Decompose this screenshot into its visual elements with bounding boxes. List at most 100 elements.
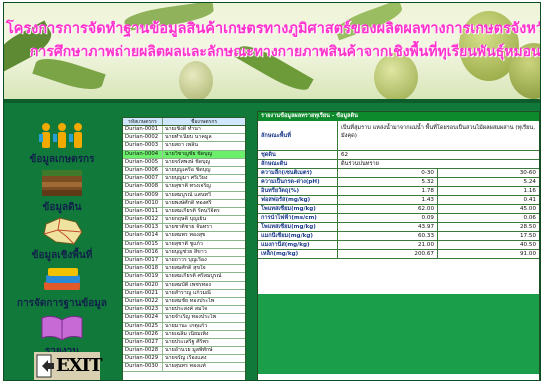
list-item[interactable]: Durian-0029 นายจรัญ เรืองแสง — [123, 355, 245, 364]
list-item[interactable]: Durian-0028 นายอำนวย มูลพิทักษ์ — [123, 347, 245, 356]
list-item[interactable]: Durian-0027 นายประเสริฐ ศิริพร — [123, 338, 245, 348]
detail-table: ลักษณะพื้นที่ เป็นที่ลุ่มราบ แหล่งน้ำมาจ… — [258, 121, 539, 259]
banner-title-line-2: การศึกษาภาพถ่ายผลิตผลและลักษณะทางกายภาพส… — [30, 44, 540, 60]
sidebar-item-label: ข้อมูลเกษตรกร — [29, 154, 95, 165]
detail-value: เป็นที่ลุ่มราบ แหล่งน้ำมาจากแม่น้ำ พื้นท… — [341, 125, 536, 139]
list-header: รหัสเกษตรกร ชื่อเกษตรกร — [123, 118, 245, 126]
list-header-name: ชื่อเกษตรกร — [190, 119, 218, 125]
list-item-name: นายกฤษดิ์ บุญเย็น — [165, 216, 207, 223]
measurement-value-depth-2: 17.50 — [519, 233, 536, 239]
list-item[interactable]: Durian-0003 นายสถา เพลิน — [123, 142, 245, 151]
list-item[interactable]: Durian-0006 นายบุญเครือ ชิดบุญ — [123, 166, 245, 176]
list-item[interactable]: Durian-0011 นายสมเกียรติ รัตนวิจิตร — [123, 207, 245, 217]
list-item-name: นายทำเนียบ นาคมูล — [165, 134, 212, 141]
detail-row-area: ลักษณะพื้นที่ เป็นที่ลุ่มราบ แหล่งน้ำมาจ… — [258, 121, 539, 151]
list-item[interactable]: Durian-0012 นายกฤษดิ์ บุญเย็น — [123, 216, 245, 225]
book-icon — [41, 315, 83, 341]
farmer-code-list[interactable]: รหัสเกษตรกร ชื่อเกษตรกร Durian-0001 นายเช… — [122, 117, 246, 380]
measurement-value-depth-1: 5.32 — [338, 178, 438, 186]
list-item-name: นายจรัญ เรืองแสง — [165, 355, 207, 362]
detail-row-soil-series: ชุดดิน 62 — [258, 151, 539, 160]
measurement-row: โพแทสเซียม(mg/kg) 62.00 45.00 — [258, 205, 539, 214]
measurement-value-depth-2: 45.00 — [519, 206, 536, 212]
list-item-name: นายบุญมา ศรีเวียง — [165, 175, 208, 182]
list-item[interactable]: Durian-0013 นายชาติชาย จันทรา — [123, 224, 245, 233]
app-window: โครงการการจัดทำฐานข้อมูลสินค้าเกษตรทางภู… — [3, 2, 541, 381]
list-item[interactable]: Durian-0009 นายสมบูรณ์ แสนทวี — [123, 191, 245, 200]
list-item[interactable]: Durian-0024 นายจำเริญ ทองประไพ — [123, 314, 245, 323]
measurement-value-depth-1: 0.09 — [338, 214, 438, 222]
list-item-name: นายสำราญ แก้วมณี — [165, 289, 211, 296]
list-item[interactable]: Durian-0025 นายมานะ เกตุแก้ว — [123, 322, 245, 331]
measurement-row: แมงกานีส(mg/kg) 21.00 40.50 — [258, 241, 539, 250]
list-item-name: นายบุญช่วย สีขาว — [165, 248, 207, 255]
list-item[interactable]: Durian-0021 นายสำราญ แก้วมณี — [123, 289, 245, 298]
list-item[interactable]: Durian-0030 นายสุนทร ทองแท้ — [123, 363, 245, 372]
list-item-code: Durian-0003 — [123, 142, 163, 150]
list-item[interactable]: Durian-0002 นายทำเนียบ นาคมูล — [123, 134, 245, 143]
list-item[interactable]: Durian-0020 นายสมบัติ เพชรทอง — [123, 281, 245, 290]
list-item-name: นายวิชาญชัย ชิดบุญ — [165, 150, 213, 157]
detail-row-soil-type: ลักษณะดิน ดินร่วนปนทราย — [258, 160, 539, 169]
list-item-code: Durian-0023 — [123, 306, 163, 314]
sidebar-item-soil[interactable]: ข้อมูลดิน — [12, 166, 112, 218]
measurement-label: การนำไฟฟ้า(ms/cm) — [258, 214, 338, 222]
list-item[interactable]: Durian-0010 นายพงษ์ศักดิ์ ทองศรี — [123, 199, 245, 208]
list-item-code: Durian-0007 — [123, 175, 163, 183]
list-item-name: นายพงษ์ศักดิ์ ทองศรี — [165, 199, 212, 206]
sidebar-item-farmers[interactable]: ข้อมูลเกษตรกร — [12, 116, 112, 168]
detail-label: ลักษณะดิน — [258, 160, 338, 168]
measurement-row: เหล็ก(mg/kg) 200.67 91.00 — [258, 250, 539, 259]
detail-label: ลักษณะพื้นที่ — [258, 121, 338, 150]
list-item[interactable]: Durian-0017 นายถาวร บุญเรือง — [123, 257, 245, 266]
list-item-code: Durian-0019 — [123, 273, 163, 281]
sidebar-nav: ข้อมูลเกษตรกร ข้อมูลดิน ข้อมูลเชิงพื้นที… — [12, 116, 112, 380]
list-item[interactable]: Durian-0016 นายบุญช่วย สีขาว — [123, 248, 245, 257]
list-item-code: Durian-0025 — [123, 322, 163, 330]
measurement-row: แมกนีเซียม(mg/kg) 60.33 17.50 — [258, 232, 539, 241]
measurement-row: อินทรียวัตถุ(%) 1.78 1.16 — [258, 187, 539, 196]
measurement-label: ความเป็นกรด-ด่าง(pH) — [258, 178, 338, 186]
list-item[interactable]: Durian-0022 นายสมชัย ทองประไพ — [123, 297, 245, 307]
list-item-name: นายสุนทร ทองแท้ — [165, 363, 206, 370]
measurement-label: ความลึก(เซนติเมตร) — [258, 169, 338, 177]
list-item-code: Durian-0011 — [123, 207, 163, 216]
list-item-code: Durian-0027 — [123, 338, 163, 347]
sidebar-item-label: การจัดการฐานข้อมูล — [17, 298, 107, 309]
list-item-name: นายสมศักดิ์ สุขใจ — [165, 265, 206, 272]
list-item-code: Durian-0030 — [123, 363, 163, 371]
sidebar-item-spatial[interactable]: ข้อมูลเชิงพื้นที่ — [12, 214, 112, 266]
exit-button[interactable]: EXIT — [12, 350, 112, 380]
measurement-value-depth-2: 91.00 — [519, 251, 536, 257]
list-item-code: Durian-0022 — [123, 297, 163, 306]
list-item-code: Durian-0016 — [123, 248, 163, 256]
list-item-name: นายชาติชาย จันทรา — [165, 224, 213, 231]
list-item[interactable]: Durian-0014 นายสมพร ทองสุข — [123, 232, 245, 241]
banner-separator — [4, 99, 540, 103]
list-item[interactable]: Durian-0004 นายวิชาญชัย ชิดบุญ — [123, 150, 245, 159]
exit-label: EXIT — [56, 355, 102, 376]
sidebar-item-database[interactable]: การจัดการฐานข้อมูล — [12, 262, 112, 314]
measurement-row: ความเป็นกรด-ด่าง(pH) 5.32 5.24 — [258, 178, 539, 187]
list-item[interactable]: Durian-0018 นายสมศักดิ์ สุขใจ — [123, 265, 245, 274]
database-icon — [44, 268, 80, 290]
list-item-code: Durian-0018 — [123, 265, 163, 273]
list-item-code: Durian-0001 — [123, 126, 163, 134]
detail-value: 62 — [341, 152, 349, 158]
list-item[interactable]: Durian-0023 นายประสงค์ สมใจ — [123, 306, 245, 315]
list-item[interactable]: Durian-0005 นายจรัสพงษ์ ชิดบุญ — [123, 158, 245, 167]
measurement-value-depth-1: 1.43 — [338, 196, 438, 204]
list-item-code: Durian-0004 — [123, 150, 163, 158]
banner-title-line-1: โครงการการจัดทำฐานข้อมูลสินค้าเกษตรทางภู… — [6, 20, 540, 37]
list-item-name: นายสมเกียรติ รัตนวิจิตร — [165, 207, 220, 214]
list-item-code: Durian-0029 — [123, 355, 163, 363]
list-item[interactable]: Durian-0001 นายเชิงดี ทำนา — [123, 126, 245, 135]
list-item[interactable]: Durian-0007 นายบุญมา ศรีเวียง — [123, 175, 245, 184]
detail-value: ดินร่วนปนทราย — [341, 161, 379, 167]
list-item[interactable]: Durian-0019 นายสมเกียรติ ศรีสมบูรณ์ — [123, 273, 245, 282]
list-item[interactable]: Durian-0008 นายสุชาติ ทรงเจริญ — [123, 183, 245, 192]
measurement-value-depth-2: 1.16 — [523, 188, 536, 194]
list-item-code: Durian-0024 — [123, 314, 163, 322]
list-item[interactable]: Durian-0015 นายสุชาติ ชูแก้ว — [123, 240, 245, 249]
list-item[interactable]: Durian-0026 นายเฉลิม เนียมเพ็ง — [123, 330, 245, 339]
